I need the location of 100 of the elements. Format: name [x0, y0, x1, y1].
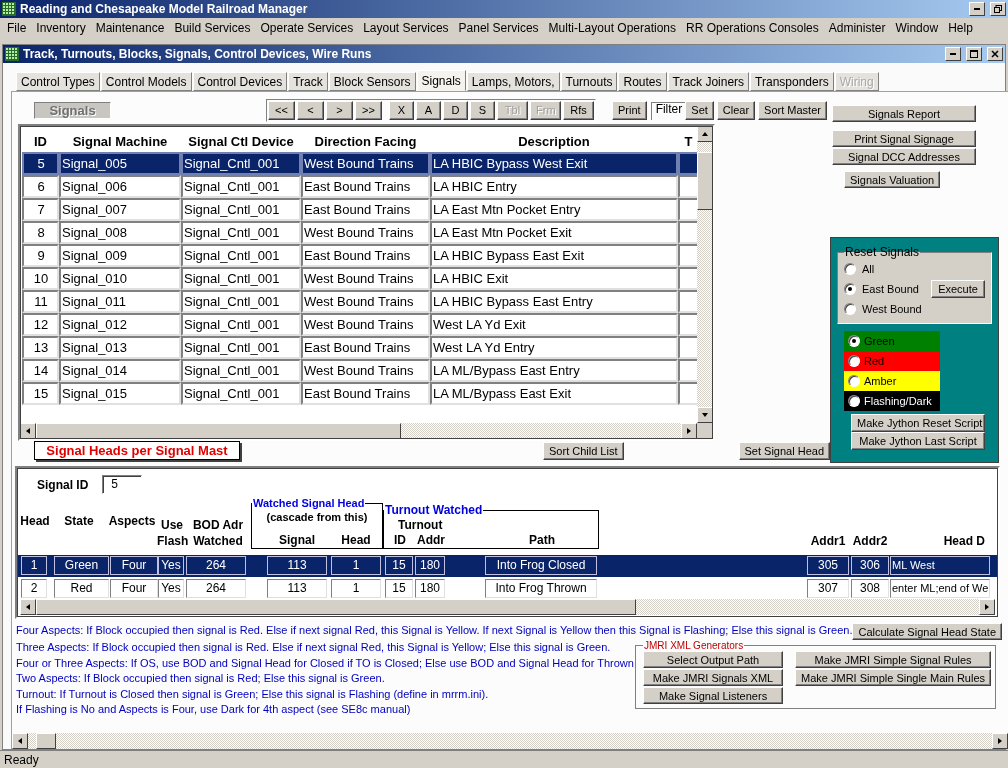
radio-button[interactable] [844, 283, 856, 295]
scroll-thumb[interactable] [697, 152, 713, 210]
table-row[interactable]: 8 Signal_008 Signal_Cntl_001 West Bound Trains LA East Mtn Pocket Exit [22, 221, 697, 244]
tab[interactable]: Block Sensors [328, 72, 416, 91]
menu-item[interactable]: Inventory [31, 20, 91, 35]
tab[interactable]: Track [288, 72, 328, 91]
menu-item[interactable]: Multi-Layout Operations [543, 20, 681, 35]
table-row[interactable]: 6 Signal_006 Signal_Cntl_001 East Bound Trains LA HBIC Entry [22, 175, 697, 198]
table-row[interactable]: 9 Signal_009 Signal_Cntl_001 East Bound Trains LA HBIC Bypass East Exit [22, 244, 697, 267]
table-row[interactable]: 15 Signal_015 Signal_Cntl_001 East Bound Trains LA ML/Bypass East Exit [22, 382, 697, 405]
nav-button[interactable]: S [470, 100, 495, 120]
table-row[interactable]: 11 Signal_011 Signal_Cntl_001 West Bound Trains LA HBIC Bypass East Entry [22, 290, 697, 313]
script-button[interactable]: Make Jython Reset Script [851, 414, 985, 432]
menu-item[interactable]: File [2, 20, 32, 35]
table-cell: East Bound Trains [301, 244, 430, 267]
print-button[interactable]: Print [612, 100, 647, 120]
sort-button[interactable]: Sort Master [758, 100, 827, 120]
column-header: Use Flash [157, 517, 187, 550]
tab[interactable]: Turnouts [560, 72, 618, 91]
nav-button[interactable]: < [297, 100, 324, 120]
nav-button[interactable]: D [443, 100, 468, 120]
filter-button[interactable]: Clear [716, 100, 756, 120]
scroll-right-button[interactable] [992, 733, 1008, 749]
tab[interactable]: Transponders [750, 72, 834, 91]
restore-button[interactable] [990, 2, 1006, 16]
report-button[interactable]: Signals Valuation [844, 171, 940, 188]
horizontal-scrollbar[interactable] [12, 733, 1008, 749]
input-field[interactable]: 5 [102, 475, 143, 495]
table-cell: West LA Yd Entry [430, 336, 678, 359]
report-button[interactable]: Signals Report [832, 105, 976, 122]
table-row[interactable]: 7 Signal_007 Signal_Cntl_001 East Bound Trains LA East Mtn Pocket Entry [22, 198, 697, 221]
scroll-thumb[interactable] [36, 423, 401, 439]
menu-item[interactable]: RR Operations Consoles [681, 20, 824, 35]
column-header: Addr1 [809, 533, 847, 550]
color-option[interactable]: Flashing/Dark [844, 391, 940, 411]
radio-button[interactable] [848, 375, 860, 387]
table-row[interactable]: 10 Signal_010 Signal_Cntl_001 West Bound Trains LA HBIC Exit [22, 267, 697, 290]
scroll-left-button[interactable] [20, 423, 36, 439]
set-signal-head-button[interactable]: Set Signal Head [738, 441, 830, 460]
generator-button[interactable]: Make JMRI Simple Single Main Rules [795, 669, 992, 686]
generator-button[interactable]: Select Output Path [643, 651, 784, 668]
table-row[interactable]: 14 Signal_014 Signal_Cntl_001 West Bound Trains LA ML/Bypass East Entry [22, 359, 697, 382]
radio-button[interactable] [844, 263, 856, 275]
menu-item[interactable]: Build Services [169, 20, 256, 35]
horizontal-scrollbar[interactable] [20, 423, 697, 439]
table-cell: Signal_Cntl_001 [181, 382, 301, 405]
vertical-scrollbar[interactable] [697, 126, 713, 423]
table-cell: Signal_010 [59, 267, 181, 290]
color-option[interactable]: Amber [844, 371, 940, 391]
script-button[interactable]: Make Jython Last Script [851, 432, 985, 450]
table-row[interactable]: 1 Green Four Yes 264 113 1 15 180 Into Frog Closed 305 306 ML West [17, 555, 999, 577]
nav-button[interactable]: A [416, 100, 441, 120]
generator-button[interactable]: Make JMRI Signals XML [643, 669, 784, 686]
tab[interactable]: Track Joiners [667, 72, 750, 91]
table-cell: 307 [807, 578, 849, 598]
scroll-right-button[interactable] [681, 423, 697, 439]
menu-item[interactable]: Panel Services [453, 20, 544, 35]
generator-button[interactable]: Make Signal Listeners [643, 687, 784, 704]
nav-button[interactable]: >> [355, 100, 382, 120]
close-button[interactable] [987, 47, 1003, 61]
scroll-up-button[interactable] [697, 126, 713, 142]
scroll-down-button[interactable] [697, 407, 713, 423]
filter-button[interactable]: Set [685, 100, 714, 120]
tab[interactable]: Lamps, Motors, [466, 72, 560, 91]
tab[interactable]: Signals [416, 70, 466, 91]
table-row[interactable]: 5 Signal_005 Signal_Cntl_001 West Bound Trains LA HBIC Bypass West Exit [22, 152, 697, 175]
color-option[interactable]: Green [844, 331, 940, 351]
nav-button[interactable]: Rfs [563, 100, 594, 120]
nav-button[interactable]: > [326, 100, 353, 120]
sort-child-button[interactable]: Sort Child List [543, 441, 624, 460]
report-button[interactable]: Signal DCC Addresses [832, 148, 976, 165]
tab[interactable]: Routes [618, 72, 667, 91]
minimize-button[interactable] [945, 47, 961, 61]
radio-button[interactable] [848, 335, 860, 347]
color-option[interactable]: Red [844, 351, 940, 371]
tab[interactable]: Control Types [16, 72, 100, 91]
tab[interactable]: Control Devices [192, 72, 288, 91]
radio-button[interactable] [848, 355, 860, 367]
report-button[interactable]: Print Signal Signage [832, 130, 976, 147]
menu-item[interactable]: Layout Services [358, 20, 454, 35]
menu-item[interactable]: Help [943, 20, 978, 35]
radio-button[interactable] [848, 395, 860, 407]
table-row[interactable]: 12 Signal_012 Signal_Cntl_001 West Bound Trains West LA Yd Exit [22, 313, 697, 336]
menu-item[interactable]: Operate Services [255, 20, 359, 35]
radio-button[interactable] [844, 303, 856, 315]
table-cell: 5 [22, 152, 59, 175]
menu-item[interactable]: Window [890, 20, 944, 35]
table-row[interactable]: 13 Signal_013 Signal_Cntl_001 East Bound Trains West LA Yd Entry [22, 336, 697, 359]
nav-button[interactable]: << [268, 100, 295, 120]
menu-item[interactable]: Maintenance [90, 20, 170, 35]
menu-item[interactable]: Administer [823, 20, 891, 35]
generator-button[interactable]: Make JMRI Simple Signal Rules [795, 651, 992, 668]
execute-button[interactable]: Execute [931, 280, 985, 298]
scroll-thumb[interactable] [36, 733, 56, 749]
nav-button[interactable]: X [389, 100, 414, 120]
scroll-left-button[interactable] [12, 733, 28, 749]
calculate-button[interactable]: Calculate Signal Head State [852, 623, 1003, 640]
maximize-button[interactable] [966, 47, 982, 61]
minimize-button[interactable] [969, 2, 985, 16]
tab[interactable]: Control Models [100, 72, 192, 91]
